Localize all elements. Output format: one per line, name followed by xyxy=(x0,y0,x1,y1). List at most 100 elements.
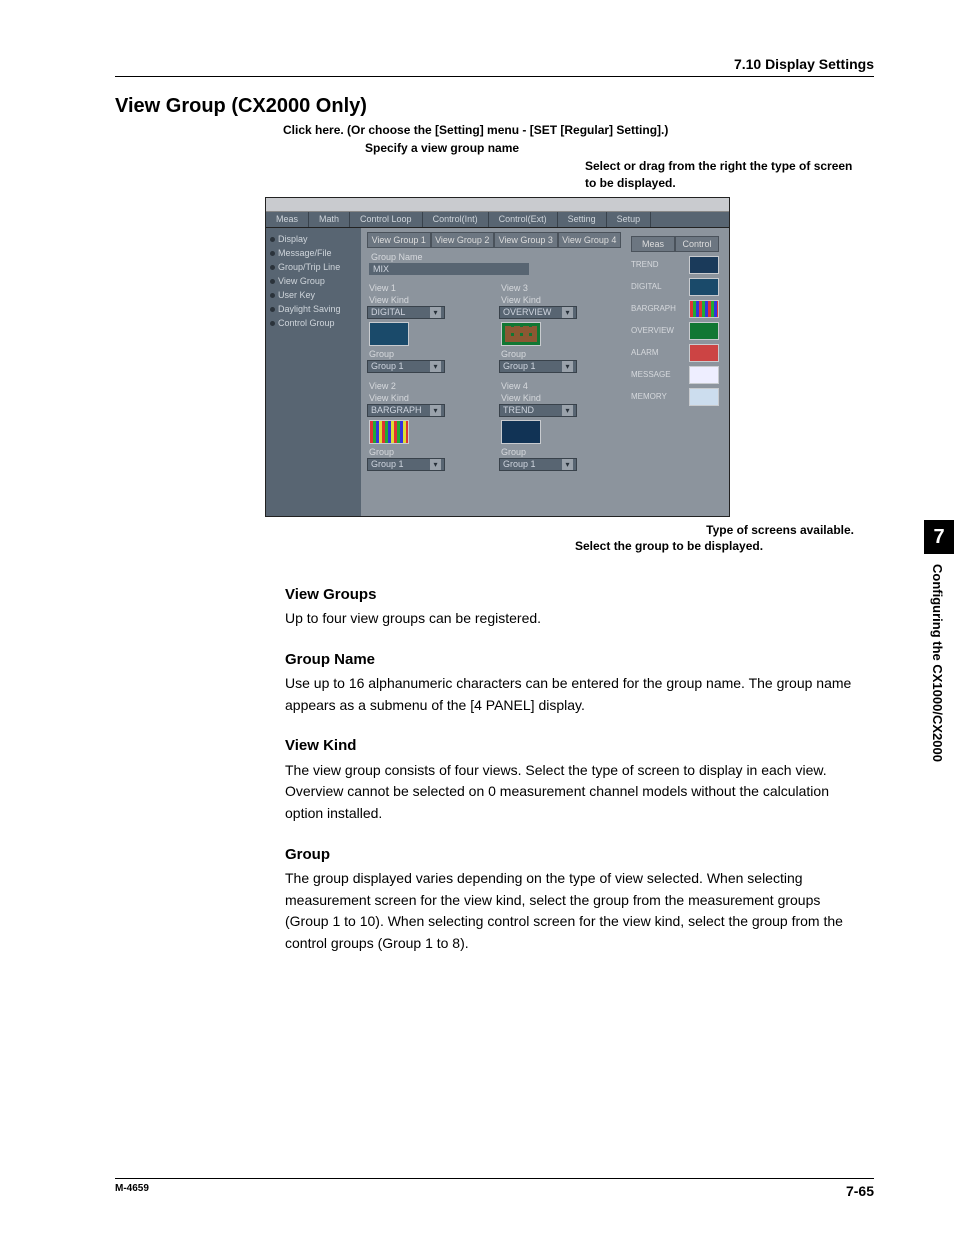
palette-tab-control[interactable]: Control xyxy=(675,236,719,252)
body-content: View Groups Up to four view groups can b… xyxy=(285,583,865,955)
view3-title: View 3 xyxy=(501,283,621,293)
top-tab-row: Meas Math Control Loop Control(Int) Cont… xyxy=(266,212,729,228)
para-group-name: Use up to 16 alphanumeric characters can… xyxy=(285,673,865,716)
view4-group-label: Group xyxy=(501,447,621,457)
para-group: The group displayed varies depending on … xyxy=(285,868,865,955)
page-header: 7.10 Display Settings xyxy=(115,56,874,77)
tab-control-int[interactable]: Control(Int) xyxy=(423,212,489,227)
heading-group: Group xyxy=(285,843,865,866)
view2-group-select[interactable]: Group 1 ▾ xyxy=(367,458,445,471)
palette-thumb xyxy=(689,388,719,406)
tab-control-loop[interactable]: Control Loop xyxy=(350,212,423,227)
view1-group-select[interactable]: Group 1 ▾ xyxy=(367,360,445,373)
view1-title: View 1 xyxy=(369,283,489,293)
tab-setup[interactable]: Setup xyxy=(607,212,652,227)
heading-group-name: Group Name xyxy=(285,648,865,671)
app-screenshot: Meas Math Control Loop Control(Int) Cont… xyxy=(265,197,730,517)
screen-type-palette: Meas Control TREND DIGITAL BARGRAPH OVER… xyxy=(627,232,723,506)
callout-types-available: Type of screens available. xyxy=(115,523,874,537)
main-panel: View Group 1 View Group 2 View Group 3 V… xyxy=(361,228,729,516)
view2-kind-label: View Kind xyxy=(369,393,489,403)
callout-select-drag: Select or drag from the right the type o… xyxy=(585,158,855,190)
callout-specify-name: Specify a view group name xyxy=(365,140,874,156)
dropdown-icon: ▾ xyxy=(430,307,441,318)
page-title: View Group (CX2000 Only) xyxy=(115,95,874,118)
palette-label: DIGITAL xyxy=(631,282,662,291)
palette-thumb xyxy=(689,366,719,384)
view4-thumb xyxy=(501,420,541,444)
tab-setting[interactable]: Setting xyxy=(558,212,607,227)
dropdown-icon: ▾ xyxy=(562,459,573,470)
palette-label: TREND xyxy=(631,260,659,269)
palette-label: BARGRAPH xyxy=(631,304,676,313)
palette-item-memory[interactable]: MEMORY xyxy=(631,388,719,406)
view3-group-label: Group xyxy=(501,349,621,359)
view4-group-select[interactable]: Group 1 ▾ xyxy=(499,458,577,471)
view-cell-3: View 3 View Kind OVERVIEW ▾ Group Group … xyxy=(499,281,621,373)
dropdown-icon: ▾ xyxy=(562,361,573,372)
group-name-label: Group Name xyxy=(371,252,621,262)
palette-item-message[interactable]: MESSAGE xyxy=(631,366,719,384)
view1-kind-label: View Kind xyxy=(369,295,489,305)
callout-block: Click here. (Or choose the [Setting] men… xyxy=(115,122,874,191)
callout-select-group: Select the group to be displayed. xyxy=(575,539,874,553)
group-name-input[interactable]: MIX xyxy=(369,263,529,275)
view-cell-2: View 2 View Kind BARGRAPH ▾ Group Group … xyxy=(367,379,489,471)
dropdown-icon: ▾ xyxy=(562,405,573,416)
sidebar-item-display[interactable]: Display xyxy=(270,232,357,246)
view2-group-value: Group 1 xyxy=(371,459,404,469)
palette-item-digital[interactable]: DIGITAL xyxy=(631,278,719,296)
sidebar-item-user-key[interactable]: User Key xyxy=(270,288,357,302)
sidebar: Display Message/File Group/Trip Line Vie… xyxy=(266,228,361,516)
view3-thumb xyxy=(501,322,541,346)
view2-title: View 2 xyxy=(369,381,489,391)
footer-doc-id: M-4659 xyxy=(115,1183,149,1199)
view1-group-value: Group 1 xyxy=(371,361,404,371)
view-cell-4: View 4 View Kind TREND ▾ Group Group 1 ▾ xyxy=(499,379,621,471)
tab-view-group-4[interactable]: View Group 4 xyxy=(558,232,622,248)
palette-label: OVERVIEW xyxy=(631,326,674,335)
palette-thumb xyxy=(689,322,719,340)
tab-view-group-1[interactable]: View Group 1 xyxy=(367,232,431,248)
para-view-kind: The view group consists of four views. S… xyxy=(285,760,865,825)
sidebar-item-message-file[interactable]: Message/File xyxy=(270,246,357,260)
view1-kind-select[interactable]: DIGITAL ▾ xyxy=(367,306,445,319)
palette-thumb xyxy=(689,344,719,362)
footer-page-num: 7-65 xyxy=(846,1183,874,1199)
window-toolbar xyxy=(266,198,729,212)
sidebar-item-control-group[interactable]: Control Group xyxy=(270,316,357,330)
view4-kind-select[interactable]: TREND ▾ xyxy=(499,404,577,417)
palette-thumb xyxy=(689,300,719,318)
palette-label: MESSAGE xyxy=(631,370,671,379)
view4-kind-label: View Kind xyxy=(501,393,621,403)
palette-thumb xyxy=(689,278,719,296)
view3-kind-value: OVERVIEW xyxy=(503,307,551,317)
palette-item-alarm[interactable]: ALARM xyxy=(631,344,719,362)
view2-thumb xyxy=(369,420,409,444)
sidebar-item-view-group[interactable]: View Group xyxy=(270,274,357,288)
palette-tab-meas[interactable]: Meas xyxy=(631,236,675,252)
view2-kind-select[interactable]: BARGRAPH ▾ xyxy=(367,404,445,417)
heading-view-groups: View Groups xyxy=(285,583,865,606)
palette-thumb xyxy=(689,256,719,274)
tab-control-ext[interactable]: Control(Ext) xyxy=(489,212,558,227)
view-cell-1: View 1 View Kind DIGITAL ▾ Group Group 1… xyxy=(367,281,489,373)
tab-view-group-3[interactable]: View Group 3 xyxy=(494,232,558,248)
tab-view-group-2[interactable]: View Group 2 xyxy=(431,232,495,248)
tab-meas[interactable]: Meas xyxy=(266,212,309,227)
para-view-groups: Up to four view groups can be registered… xyxy=(285,608,865,630)
chapter-number: 7 xyxy=(924,520,954,554)
view3-group-select[interactable]: Group 1 ▾ xyxy=(499,360,577,373)
tab-math[interactable]: Math xyxy=(309,212,350,227)
view3-kind-label: View Kind xyxy=(501,295,621,305)
palette-item-trend[interactable]: TREND xyxy=(631,256,719,274)
palette-item-bargraph[interactable]: BARGRAPH xyxy=(631,300,719,318)
view3-group-value: Group 1 xyxy=(503,361,536,371)
sidebar-item-daylight-saving[interactable]: Daylight Saving xyxy=(270,302,357,316)
palette-item-overview[interactable]: OVERVIEW xyxy=(631,322,719,340)
view4-kind-value: TREND xyxy=(503,405,534,415)
sidebar-item-group-trip[interactable]: Group/Trip Line xyxy=(270,260,357,274)
view3-kind-select[interactable]: OVERVIEW ▾ xyxy=(499,306,577,319)
chapter-title: Configuring the CX1000/CX2000 xyxy=(924,564,945,762)
view1-kind-value: DIGITAL xyxy=(371,307,405,317)
